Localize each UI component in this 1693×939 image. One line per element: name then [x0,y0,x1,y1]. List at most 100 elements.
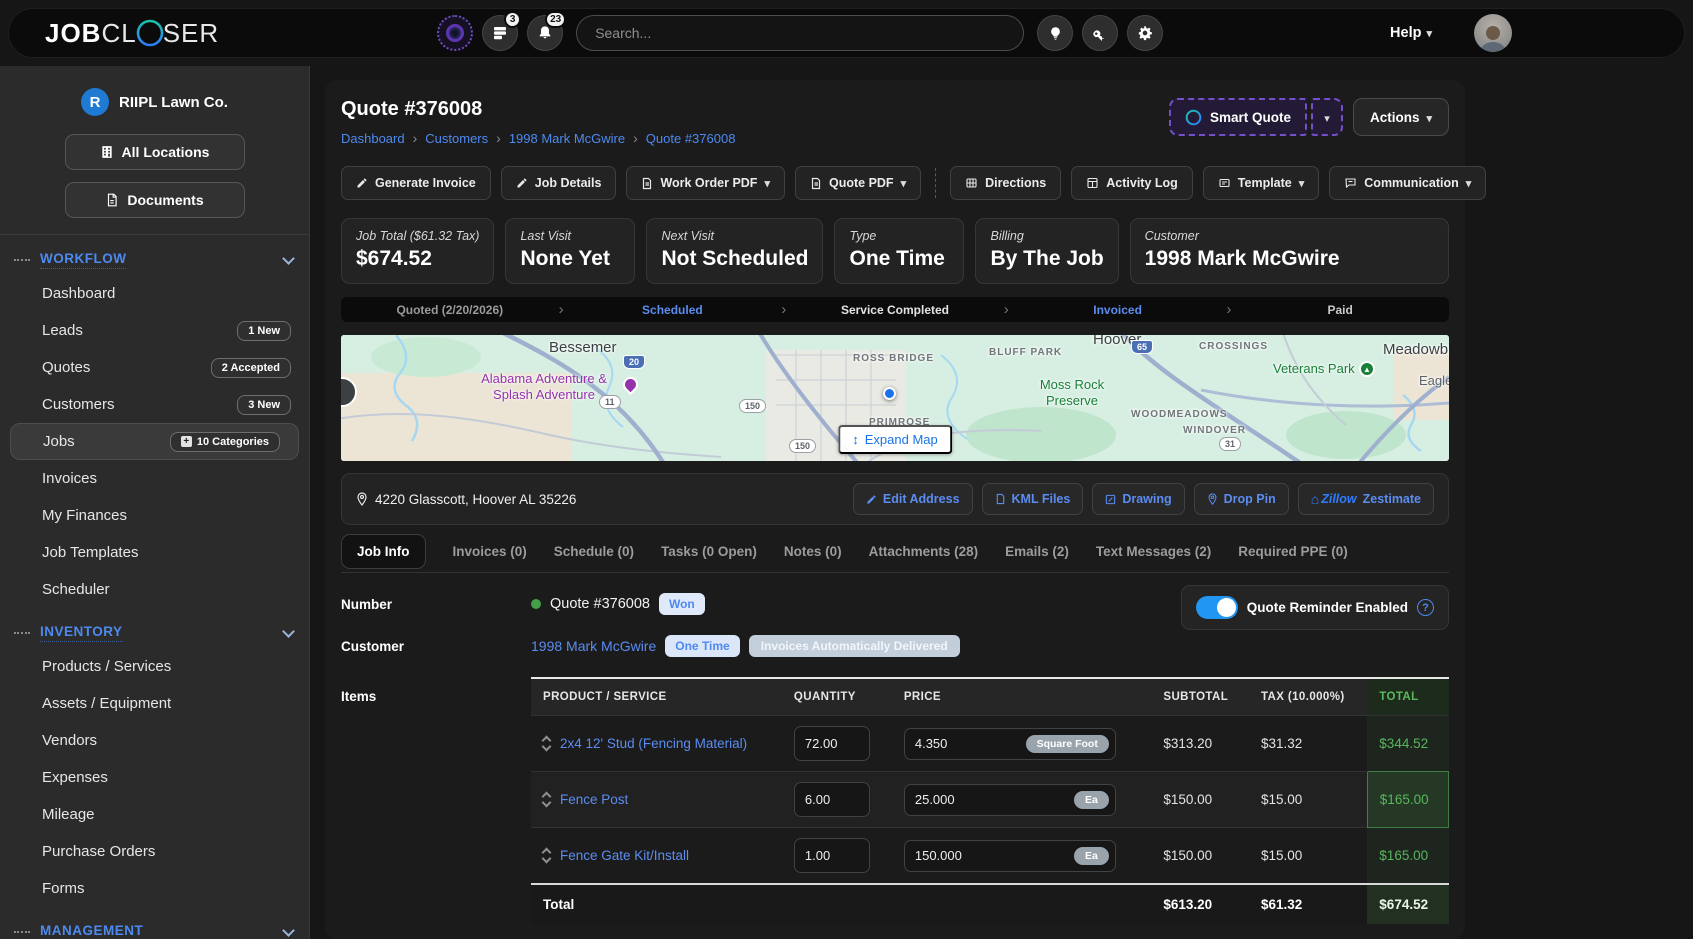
total-value: $165.00 [1367,772,1448,828]
price-input[interactable]: 25.000Ea [904,784,1116,816]
sidebar-item-leads[interactable]: Leads1 New [0,312,309,349]
map-label-ross-bridge: ROSS BRIDGE [853,353,934,364]
progress-service-completed[interactable]: Service Completed [786,303,1004,317]
expand-map-button[interactable]: ↕Expand Map [838,425,952,454]
sidebar-item-my-finances[interactable]: My Finances [0,497,309,534]
breadcrumb-dashboard[interactable]: Dashboard [341,131,405,146]
chevron-down-icon [1324,110,1330,125]
sidebar-item-assets-equipment[interactable]: Assets / Equipment [0,685,309,722]
location-map[interactable]: Bessemer Alabama Adventure & Splash Adve… [341,335,1449,461]
drop-pin-button[interactable]: Drop Pin [1194,483,1289,515]
detail-tabs: Job Info Invoices (0) Schedule (0) Tasks… [341,540,1449,573]
progress-paid[interactable]: Paid [1231,303,1449,317]
queue-button[interactable]: 3 [482,15,518,51]
expand-arrows-icon: ↕ [852,432,859,447]
activity-log-button[interactable]: Activity Log [1071,166,1193,200]
quotes-badge: 2 Accepted [211,358,291,378]
progress-invoiced[interactable]: Invoiced [1009,303,1227,317]
sidebar-item-quotes[interactable]: Quotes2 Accepted [0,349,309,386]
reorder-handle[interactable] [543,737,550,750]
dash-icon [14,259,30,261]
table-total-row: Total $613.20 $61.32 $674.52 [531,884,1449,924]
document-icon [641,177,653,190]
location-pin-dot [883,387,896,400]
help-menu[interactable]: Help [1390,25,1432,41]
section-inventory[interactable]: INVENTORY [14,624,293,642]
sidebar-item-vendors[interactable]: Vendors [0,722,309,759]
price-input[interactable]: 150.000Ea [904,840,1116,872]
customer-link[interactable]: 1998 Mark McGwire [531,638,656,654]
breadcrumb-quote[interactable]: Quote #376008 [646,131,736,146]
progress-quoted[interactable]: Quoted (2/20/2026) [341,303,559,317]
item-label: Jobs [43,433,75,450]
activity-log-icon [1086,177,1099,189]
tab-tasks[interactable]: Tasks (0 Open) [661,544,757,559]
sidebar-item-dashboard[interactable]: Dashboard [0,275,309,312]
tab-notes[interactable]: Notes (0) [784,544,842,559]
items-row: Items PRODUCT / SERVICE QUANTITY PRICE S… [341,677,1449,924]
actions-button[interactable]: Actions [1353,98,1449,136]
sidebar-item-expenses[interactable]: Expenses [0,759,309,796]
section-management[interactable]: MANAGEMENT [14,923,293,939]
sidebar-item-scheduler[interactable]: Scheduler [0,571,309,608]
sidebar-item-purchase-orders[interactable]: Purchase Orders [0,833,309,870]
tips-button[interactable] [1037,15,1073,51]
reorder-handle[interactable] [543,793,550,806]
product-link[interactable]: Fence Gate Kit/Install [560,848,689,863]
settings-button[interactable] [1127,15,1163,51]
quantity-input[interactable] [794,726,870,761]
quantity-input[interactable] [794,838,870,873]
sidebar-item-jobs[interactable]: Jobs10 Categories [10,423,299,460]
edit-address-button[interactable]: Edit Address [853,483,973,515]
tab-required-ppe[interactable]: Required PPE (0) [1238,544,1348,559]
subtotal-value: $313.20 [1151,716,1249,772]
quote-reminder-toggle[interactable] [1196,596,1238,619]
user-avatar[interactable] [1474,14,1512,52]
section-workflow[interactable]: WORKFLOW [14,251,293,269]
help-question-icon[interactable]: ? [1417,599,1434,616]
tab-emails[interactable]: Emails (2) [1005,544,1069,559]
directions-button[interactable]: Directions [950,166,1061,200]
breadcrumb-customer[interactable]: 1998 Mark McGwire [509,131,625,146]
subtotal-value: $150.00 [1151,772,1249,828]
breadcrumb-customers[interactable]: Customers [425,131,488,146]
sidebar-item-invoices[interactable]: Invoices [0,460,309,497]
chevron-down-icon [1299,176,1305,190]
tab-invoices[interactable]: Invoices (0) [453,544,527,559]
price-input[interactable]: 4.350Square Foot [904,728,1116,760]
main-content: Quote #376008 Dashboard Customers 1998 M… [325,80,1465,939]
sidebar-item-mileage[interactable]: Mileage [0,796,309,833]
tab-text-messages[interactable]: Text Messages (2) [1096,544,1211,559]
map-pin-icon [356,492,368,506]
product-link[interactable]: 2x4 12' Stud (Fencing Material) [560,736,747,751]
progress-scheduled[interactable]: Scheduled [564,303,782,317]
smart-assistant-button[interactable] [437,15,473,51]
job-details-button[interactable]: Job Details [501,166,617,200]
kml-files-button[interactable]: KML Files [982,483,1084,515]
work-order-pdf-button[interactable]: Work Order PDF [626,166,785,200]
job-info-panel: Quote Reminder Enabled ? Number Quote #3… [341,593,1449,924]
tab-job-info[interactable]: Job Info [341,534,426,569]
sidebar-item-customers[interactable]: Customers3 New [0,386,309,423]
sidebar-item-job-templates[interactable]: Job Templates [0,534,309,571]
zillow-zestimate-button[interactable]: ZillowZestimate [1298,483,1434,515]
search-input[interactable] [576,15,1024,51]
tab-attachments[interactable]: Attachments (28) [869,544,979,559]
documents-button[interactable]: Documents [65,182,245,218]
all-locations-button[interactable]: All Locations [65,134,245,170]
notifications-button[interactable]: 23 [527,15,563,51]
generate-invoice-button[interactable]: Generate Invoice [341,166,491,200]
template-button[interactable]: Template [1203,166,1319,200]
reorder-handle[interactable] [543,849,550,862]
quantity-input[interactable] [794,782,870,817]
sidebar-item-forms[interactable]: Forms [0,870,309,907]
drawing-button[interactable]: Drawing [1092,483,1184,515]
tab-schedule[interactable]: Schedule (0) [554,544,634,559]
api-keys-button[interactable] [1082,15,1118,51]
smart-quote-dropdown-button[interactable] [1311,98,1343,136]
quote-pdf-button[interactable]: Quote PDF [795,166,921,200]
smart-quote-button[interactable]: Smart Quote [1169,98,1307,136]
product-link[interactable]: Fence Post [560,792,628,807]
communication-button[interactable]: Communication [1329,166,1486,200]
sidebar-item-products-services[interactable]: Products / Services [0,648,309,685]
